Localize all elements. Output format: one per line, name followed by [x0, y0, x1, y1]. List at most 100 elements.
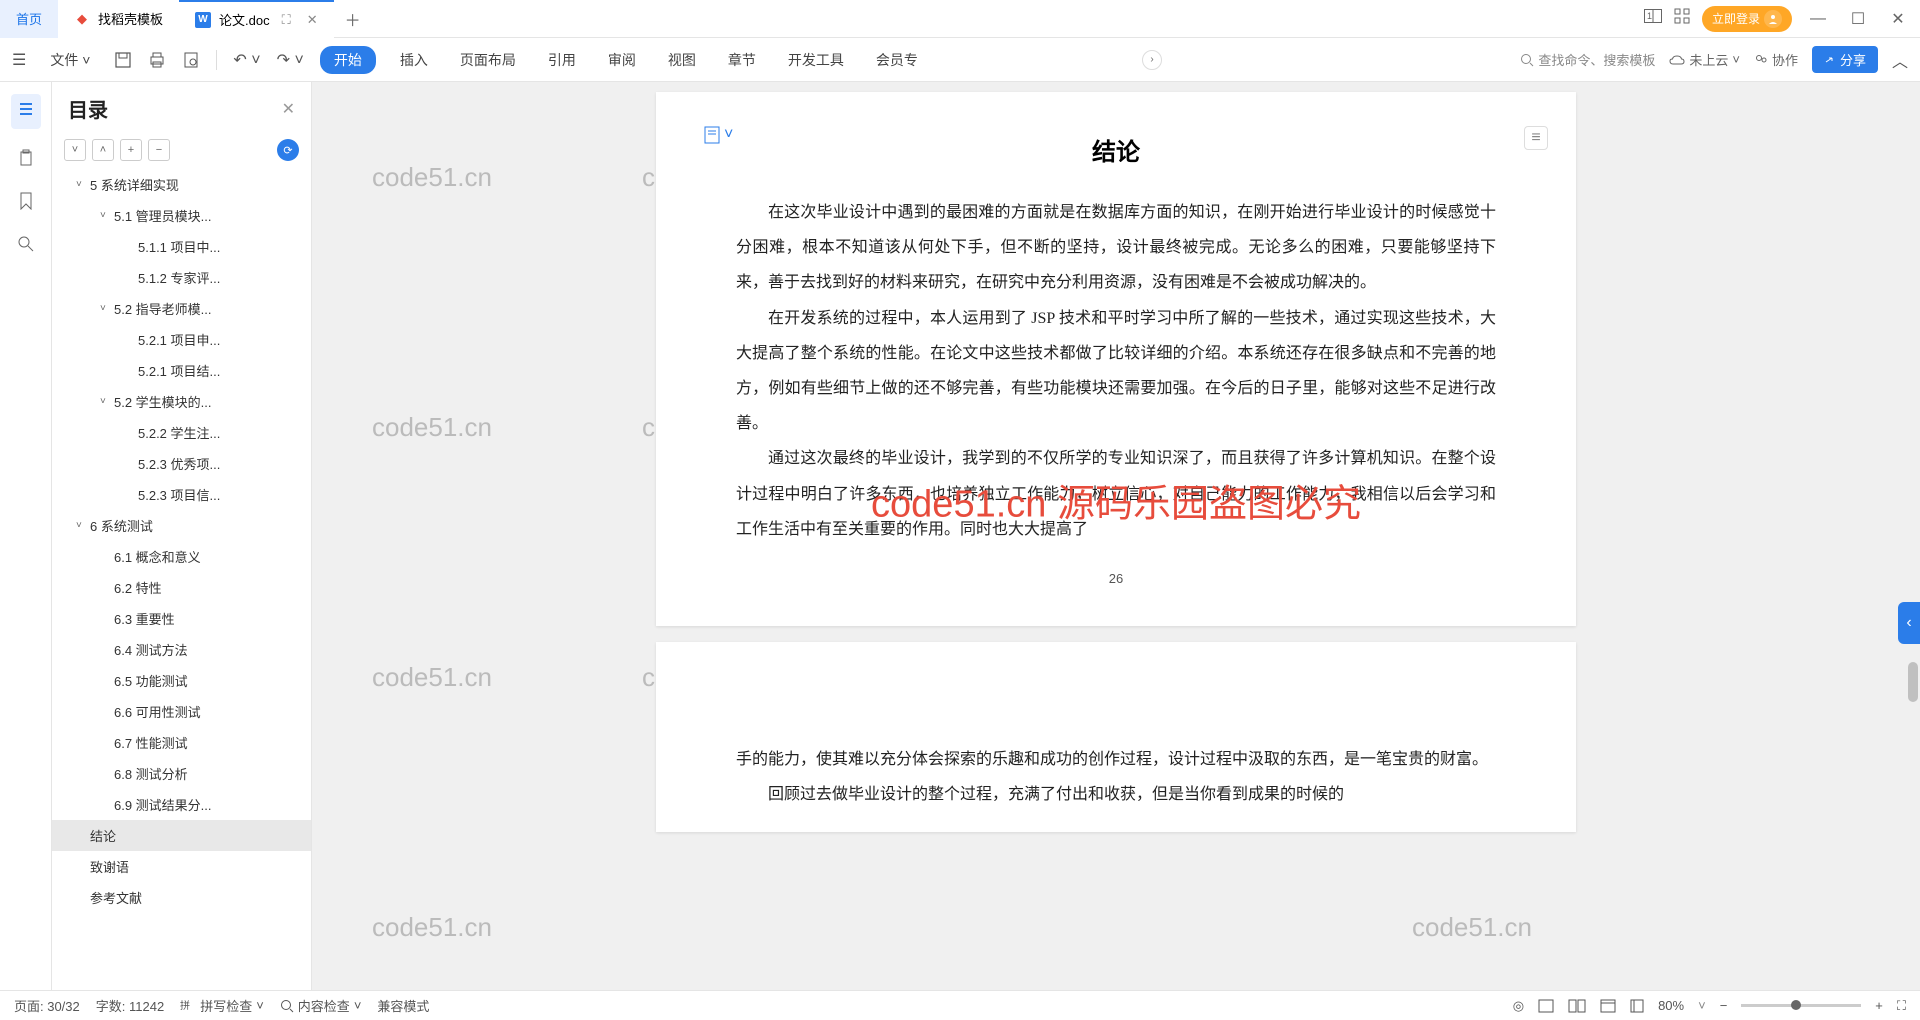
coop-button[interactable]: 协作 — [1754, 50, 1798, 69]
close-tab-icon[interactable]: ✕ — [307, 12, 318, 28]
cloud-status[interactable]: 未上云 ˅ — [1669, 50, 1740, 69]
login-button[interactable]: 立即登录 — [1702, 6, 1792, 32]
outline-item[interactable]: 6.8 测试分析 — [52, 758, 311, 789]
view-page-icon[interactable] — [1538, 999, 1554, 1013]
outline-item[interactable]: ˅5.2 指导老师模... — [52, 293, 311, 324]
bookmark-icon[interactable] — [18, 192, 34, 215]
outline-item[interactable]: 6.1 概念和意义 — [52, 541, 311, 572]
view-outline-icon[interactable] — [1630, 999, 1644, 1013]
zoom-level[interactable]: 80% — [1658, 998, 1684, 1013]
contentcheck-button[interactable]: 内容检查 ˅ — [280, 996, 362, 1015]
word-count[interactable]: 字数: 11242 — [96, 996, 164, 1015]
ribbon-overflow-button[interactable]: › — [1142, 50, 1162, 70]
zoom-out-button[interactable]: − — [1720, 998, 1728, 1013]
outline-item[interactable]: 6.7 性能测试 — [52, 727, 311, 758]
panel-icon[interactable]: 1 — [1644, 9, 1662, 28]
outline-item-label: 5.1.2 专家评... — [138, 268, 220, 287]
collapse-all-button[interactable]: ˅ — [64, 139, 86, 161]
add-section-button[interactable]: + — [120, 139, 142, 161]
page-mode-icon[interactable]: ˅ — [704, 126, 733, 144]
zoom-slider[interactable] — [1741, 1004, 1861, 1007]
outline-item[interactable]: 6.9 测试结果分... — [52, 789, 311, 820]
ribbon-collapse-icon[interactable]: ︿ — [1892, 48, 1908, 72]
restore-icon[interactable]: ⛶ — [282, 12, 291, 28]
outline-item[interactable]: 5.2.3 优秀项... — [52, 448, 311, 479]
search-sidebar-icon[interactable] — [17, 235, 35, 258]
zoom-in-button[interactable]: + — [1875, 998, 1883, 1013]
sync-button[interactable]: ⟳ — [277, 139, 299, 161]
feedback-tab[interactable]: ‹ — [1898, 602, 1920, 644]
outline-item[interactable]: 5.2.2 学生注... — [52, 417, 311, 448]
apps-icon[interactable] — [1674, 8, 1690, 29]
spellcheck-button[interactable]: 拼拼写检查 ˅ — [180, 996, 264, 1015]
share-button[interactable]: 分享 — [1812, 46, 1878, 73]
maximize-button[interactable]: ☐ — [1844, 9, 1872, 29]
page-collapse-icon[interactable]: ≡ — [1524, 126, 1548, 150]
outline-item[interactable]: 6.4 测试方法 — [52, 634, 311, 665]
coop-icon — [1754, 53, 1768, 67]
outline-item[interactable]: 5.2.3 项目信... — [52, 479, 311, 510]
print-icon[interactable] — [148, 51, 166, 69]
outline-item[interactable]: ˅5.2 学生模块的... — [52, 386, 311, 417]
outline-item[interactable]: ˅5 系统详细实现 — [52, 169, 311, 200]
ribbon-tab-insert[interactable]: 插入 — [392, 46, 436, 74]
scrollbar-thumb[interactable] — [1908, 662, 1918, 702]
outline-item[interactable]: ˅6 系统测试 — [52, 510, 311, 541]
compat-mode[interactable]: 兼容模式 — [377, 996, 429, 1015]
tab-template[interactable]: ◆ 找稻壳模板 — [58, 0, 179, 38]
tab-home[interactable]: 首页 — [0, 0, 58, 38]
ribbon-tab-layout[interactable]: 页面布局 — [452, 46, 524, 74]
outline-item[interactable]: 5.2.1 项目结... — [52, 355, 311, 386]
outline-item[interactable]: 5.2.1 项目申... — [52, 324, 311, 355]
focus-mode-icon[interactable]: ◎ — [1513, 998, 1524, 1014]
undo-icon[interactable]: ↶ ˅ — [233, 50, 260, 70]
outline-icon[interactable] — [11, 94, 41, 129]
ribbon-tab-review[interactable]: 审阅 — [600, 46, 644, 74]
expand-all-button[interactable]: ˄ — [92, 139, 114, 161]
outline-item-label: 致谢语 — [90, 857, 129, 876]
ribbon-tab-view[interactable]: 视图 — [660, 46, 704, 74]
ribbon-tab-start[interactable]: 开始 — [320, 46, 376, 74]
outline-item[interactable]: 参考文献 — [52, 882, 311, 913]
outline-item-label: 6.2 特性 — [114, 578, 162, 597]
view-web-icon[interactable] — [1600, 999, 1616, 1013]
zoom-thumb[interactable] — [1791, 1000, 1801, 1010]
fullscreen-icon[interactable]: ⛶ — [1897, 998, 1906, 1014]
page-indicator[interactable]: 页面: 30/32 — [14, 996, 80, 1015]
outline-item[interactable]: 6.2 特性 — [52, 572, 311, 603]
outline-item[interactable]: 5.1.1 项目中... — [52, 231, 311, 262]
cloud-icon — [1669, 54, 1685, 66]
avatar-icon — [1764, 10, 1782, 28]
redo-icon[interactable]: ↷ ˅ — [277, 50, 304, 70]
chevron-down-icon: ˅ — [100, 210, 110, 221]
ribbon-tab-member[interactable]: 会员专 — [868, 46, 926, 74]
scrollbar[interactable] — [1906, 82, 1920, 990]
view-read-icon[interactable] — [1568, 999, 1586, 1013]
ribbon-tab-chapter[interactable]: 章节 — [720, 46, 764, 74]
file-menu[interactable]: 文件 ˅ — [42, 46, 98, 74]
outline-item-label: 5 系统详细实现 — [90, 175, 179, 194]
outline-item[interactable]: 致谢语 — [52, 851, 311, 882]
document-paragraph: 回顾过去做毕业设计的整个过程，充满了付出和收获，但是当你看到成果的时候的 — [736, 777, 1496, 812]
watermark: code51.cn — [372, 662, 492, 693]
tab-document[interactable]: W 论文.doc ⛶ ✕ — [179, 0, 334, 38]
minimize-button[interactable]: — — [1804, 10, 1832, 28]
save-icon[interactable] — [114, 51, 132, 69]
ribbon-tab-dev[interactable]: 开发工具 — [780, 46, 852, 74]
remove-section-button[interactable]: − — [148, 139, 170, 161]
outline-item[interactable]: 6.6 可用性测试 — [52, 696, 311, 727]
preview-icon[interactable] — [182, 51, 200, 69]
document-viewport[interactable]: code51.cn code51.cn code51.cn code51.cn … — [312, 82, 1920, 990]
close-window-button[interactable]: ✕ — [1884, 9, 1912, 29]
clipboard-icon[interactable] — [17, 149, 35, 172]
outline-item[interactable]: 6.5 功能测试 — [52, 665, 311, 696]
outline-close-icon[interactable]: ✕ — [282, 99, 295, 119]
search-input[interactable]: 查找命令、搜索模板 — [1520, 50, 1655, 69]
outline-item[interactable]: 结论 — [52, 820, 311, 851]
outline-item[interactable]: 6.3 重要性 — [52, 603, 311, 634]
outline-item[interactable]: ˅5.1 管理员模块... — [52, 200, 311, 231]
add-tab-button[interactable]: ＋ — [334, 7, 372, 31]
menu-icon[interactable]: ☰ — [12, 50, 26, 70]
ribbon-tab-reference[interactable]: 引用 — [540, 46, 584, 74]
outline-item[interactable]: 5.1.2 专家评... — [52, 262, 311, 293]
